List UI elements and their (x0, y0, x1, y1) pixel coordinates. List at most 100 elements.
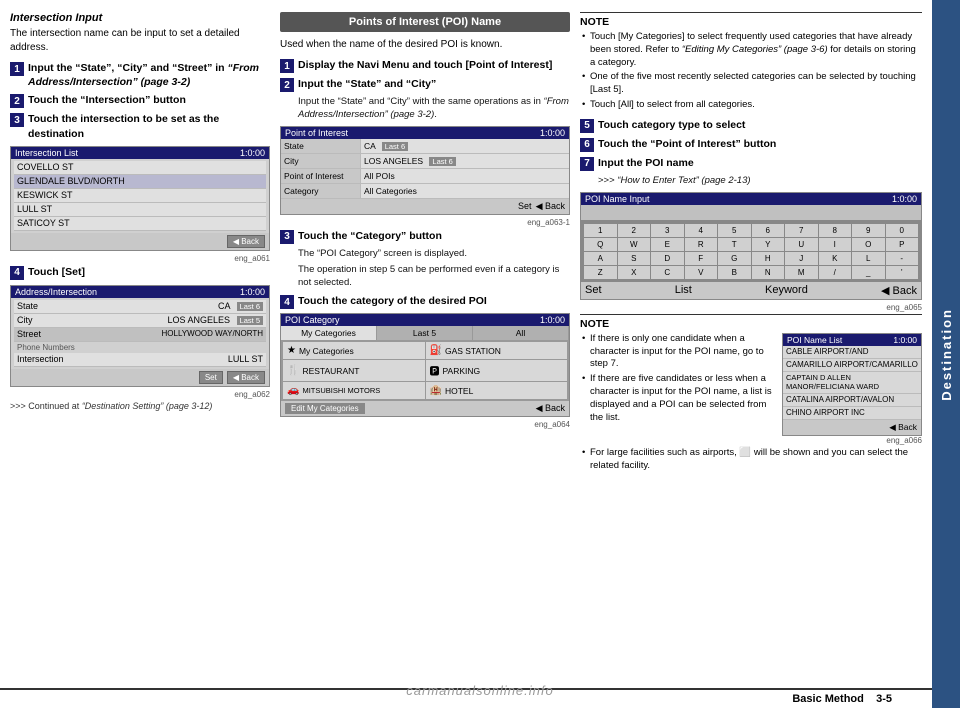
key-c[interactable]: C (651, 266, 684, 279)
step-num-4: 4 (10, 266, 24, 280)
cat-label: MITSUBISHI MOTORS (302, 386, 380, 395)
list-item[interactable]: GLENDALE BLVD/NORTH (14, 175, 266, 189)
step-num-2: 2 (10, 94, 24, 108)
edit-my-categories-button[interactable]: Edit My Categories (285, 403, 365, 414)
poi-screen-time: 1:0:00 (540, 128, 565, 138)
set-button-poi[interactable]: Set (518, 201, 532, 212)
key-p[interactable]: P (886, 238, 919, 251)
key-x[interactable]: X (618, 266, 651, 279)
key-g[interactable]: G (718, 252, 751, 265)
key-3[interactable]: 3 (651, 224, 684, 237)
step-2: 2 Touch the “Intersection” button (10, 93, 270, 108)
table-row: City LOS ANGELES Last 6 (281, 154, 569, 169)
set-button[interactable]: Set (199, 371, 223, 384)
poi-name-list-screen: POI Name List 1:0:00 CABLE AIRPORT/AND C… (782, 333, 922, 436)
list-item[interactable]: CABLE AIRPORT/AND (783, 346, 921, 359)
step-r5: 5 Touch category type to select (580, 118, 922, 133)
key-9[interactable]: 9 (852, 224, 885, 237)
list-item[interactable]: KESWICK ST (14, 189, 266, 203)
key-0[interactable]: 0 (886, 224, 919, 237)
poi-list-container: POI Name List 1:0:00 CABLE AIRPORT/AND C… (782, 333, 922, 447)
key-underscore[interactable]: _ (852, 266, 885, 279)
destination-tab[interactable]: Destination (932, 0, 960, 708)
key-t[interactable]: T (718, 238, 751, 251)
page-label: Basic Method 3-5 (792, 693, 892, 705)
intersection-list-screen: Intersection List 1:0:00 COVELLO ST GLEN… (10, 146, 270, 251)
key-j[interactable]: J (785, 252, 818, 265)
row-label: State (281, 139, 361, 153)
key-dash[interactable]: - (886, 252, 919, 265)
cat-cell-restaurant[interactable]: 🍴 RESTAURANT (283, 360, 425, 381)
key-slash[interactable]: / (819, 266, 852, 279)
list-button-pns[interactable]: List (675, 284, 692, 297)
cat-cell-mycategories[interactable]: ★ My Categories (283, 342, 425, 359)
step-text-1: Input the “State”, “City” and “Street” i… (28, 61, 270, 89)
list-item[interactable]: CAMARILLO AIRPORT/CAMARILLO (783, 359, 921, 372)
key-r[interactable]: R (685, 238, 718, 251)
key-quote[interactable]: ' (886, 266, 919, 279)
key-h[interactable]: H (752, 252, 785, 265)
keyword-button-pns[interactable]: Keyword (765, 284, 808, 297)
poi-list-caption: eng_a066 (782, 436, 922, 445)
back-button-2[interactable]: ◀ Back (227, 371, 265, 384)
key-1[interactable]: 1 (584, 224, 617, 237)
key-f[interactable]: F (685, 252, 718, 265)
key-a[interactable]: A (584, 252, 617, 265)
section-intro: The intersection name can be input to se… (10, 27, 270, 55)
cat-cell-hotel[interactable]: 🏨 HOTEL (426, 382, 568, 399)
list-item[interactable]: CAPTAIN D ALLEN MANOR/FELICIANA WARD (783, 372, 921, 394)
poi-screen-title: Point of Interest (285, 128, 348, 138)
cat-tabs: My Categories Last 5 All (281, 326, 569, 340)
back-button-poi[interactable]: ◀ Back (536, 201, 565, 212)
note-item-r3: For large facilities such as airports, ⬜… (580, 447, 922, 473)
cat-cell-parking[interactable]: 🅿 PARKING (426, 360, 568, 381)
key-w[interactable]: W (618, 238, 651, 251)
list-item[interactable]: LULL ST (14, 203, 266, 217)
key-6[interactable]: 6 (752, 224, 785, 237)
key-l[interactable]: L (852, 252, 885, 265)
key-k[interactable]: K (819, 252, 852, 265)
badge: Last 6 (237, 302, 263, 311)
key-5[interactable]: 5 (718, 224, 751, 237)
tab-last5[interactable]: Last 5 (377, 326, 473, 340)
key-e[interactable]: E (651, 238, 684, 251)
back-button-list[interactable]: ◀ Back (889, 422, 917, 433)
poi-screen-header: Point of Interest 1:0:00 (281, 127, 569, 139)
key-o[interactable]: O (852, 238, 885, 251)
key-8[interactable]: 8 (819, 224, 852, 237)
list-item[interactable]: COVELLO ST (14, 161, 266, 175)
key-y[interactable]: Y (752, 238, 785, 251)
tab-all[interactable]: All (473, 326, 569, 340)
address-intersection-screen: Address/Intersection 1:0:00 State CA Las… (10, 285, 270, 387)
row-label: Intersection (17, 354, 64, 364)
list-item[interactable]: CATALINA AIRPORT/AVALON (783, 394, 921, 407)
key-4[interactable]: 4 (685, 224, 718, 237)
list-item[interactable]: SATICOY ST (14, 217, 266, 231)
key-v[interactable]: V (685, 266, 718, 279)
cat-cell-gasstation[interactable]: ⛽ GAS STATION (426, 342, 568, 359)
key-m[interactable]: M (785, 266, 818, 279)
key-s[interactable]: S (618, 252, 651, 265)
key-u[interactable]: U (785, 238, 818, 251)
cat-screen-time: 1:0:00 (540, 315, 565, 325)
key-z[interactable]: Z (584, 266, 617, 279)
middle-column: Points of Interest (POI) Name Used when … (280, 12, 570, 680)
step-text-m4: Touch the category of the desired POI (298, 294, 487, 308)
step-text-4: Touch [Set] (28, 265, 85, 279)
key-i[interactable]: I (819, 238, 852, 251)
back-button-cat[interactable]: ◀ Back (536, 403, 565, 414)
key-7[interactable]: 7 (785, 224, 818, 237)
step-text-r7: Input the POI name (598, 156, 694, 170)
key-q[interactable]: Q (584, 238, 617, 251)
key-d[interactable]: D (651, 252, 684, 265)
back-button-pns[interactable]: ◀ Back (881, 284, 917, 297)
key-n[interactable]: N (752, 266, 785, 279)
list-item[interactable]: CHINO AIRPORT INC (783, 407, 921, 420)
cat-cell-mitsubishi[interactable]: 🚗 MITSUBISHI MOTORS (283, 382, 425, 399)
set-button-pns[interactable]: Set (585, 284, 602, 297)
key-b[interactable]: B (718, 266, 751, 279)
back-button-1[interactable]: ◀ Back (227, 235, 265, 248)
tab-my-categories[interactable]: My Categories (281, 326, 377, 340)
poi-keyboard: 1 2 3 4 5 6 7 8 9 0 Q W E R T Y U (581, 221, 921, 282)
key-2[interactable]: 2 (618, 224, 651, 237)
